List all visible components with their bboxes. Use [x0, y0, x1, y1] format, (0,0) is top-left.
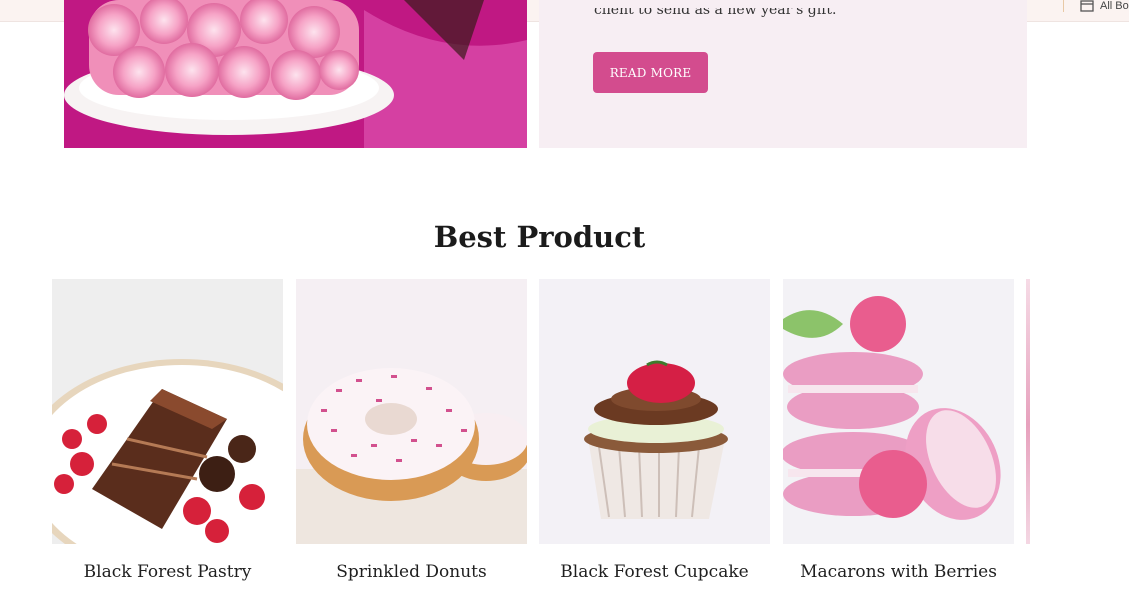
all-button[interactable]: All Bo: [1080, 0, 1129, 12]
product-card[interactable]: Black Forest Cupcake: [539, 279, 770, 593]
product-image[interactable]: [539, 279, 770, 544]
cake-photo-illustration: [64, 0, 527, 148]
cupcake-illustration: [539, 279, 770, 544]
product-card[interactable]: Sprinkled Donuts: [296, 279, 527, 593]
product-card[interactable]: Macarons with Berries: [783, 279, 1014, 593]
featured-blog-image[interactable]: [64, 0, 527, 148]
pastry-illustration: [52, 279, 283, 544]
next-product-card-edge: [1026, 279, 1030, 544]
product-name[interactable]: Macarons with Berries: [763, 562, 1034, 582]
product-name[interactable]: Black Forest Cupcake: [519, 562, 790, 582]
product-name[interactable]: Black Forest Pastry: [32, 562, 303, 582]
product-image[interactable]: [296, 279, 527, 544]
product-image[interactable]: [783, 279, 1014, 544]
section-title: Best Product: [433, 220, 646, 254]
product-image[interactable]: [52, 279, 283, 544]
blog-excerpt: client to send as a new year's gift.: [594, 8, 1014, 26]
read-more-button[interactable]: READ MORE: [593, 52, 708, 93]
all-button-label: All Bo: [1100, 0, 1129, 12]
product-name[interactable]: Sprinkled Donuts: [276, 562, 547, 582]
product-card[interactable]: Black Forest Pastry: [52, 279, 283, 593]
macaron-illustration: [783, 279, 1014, 544]
header-divider: [1063, 0, 1064, 12]
donut-illustration: [296, 279, 527, 544]
blog-excerpt-text: client to send as a new year's gift.: [594, 8, 837, 18]
box-icon: [1080, 0, 1094, 12]
